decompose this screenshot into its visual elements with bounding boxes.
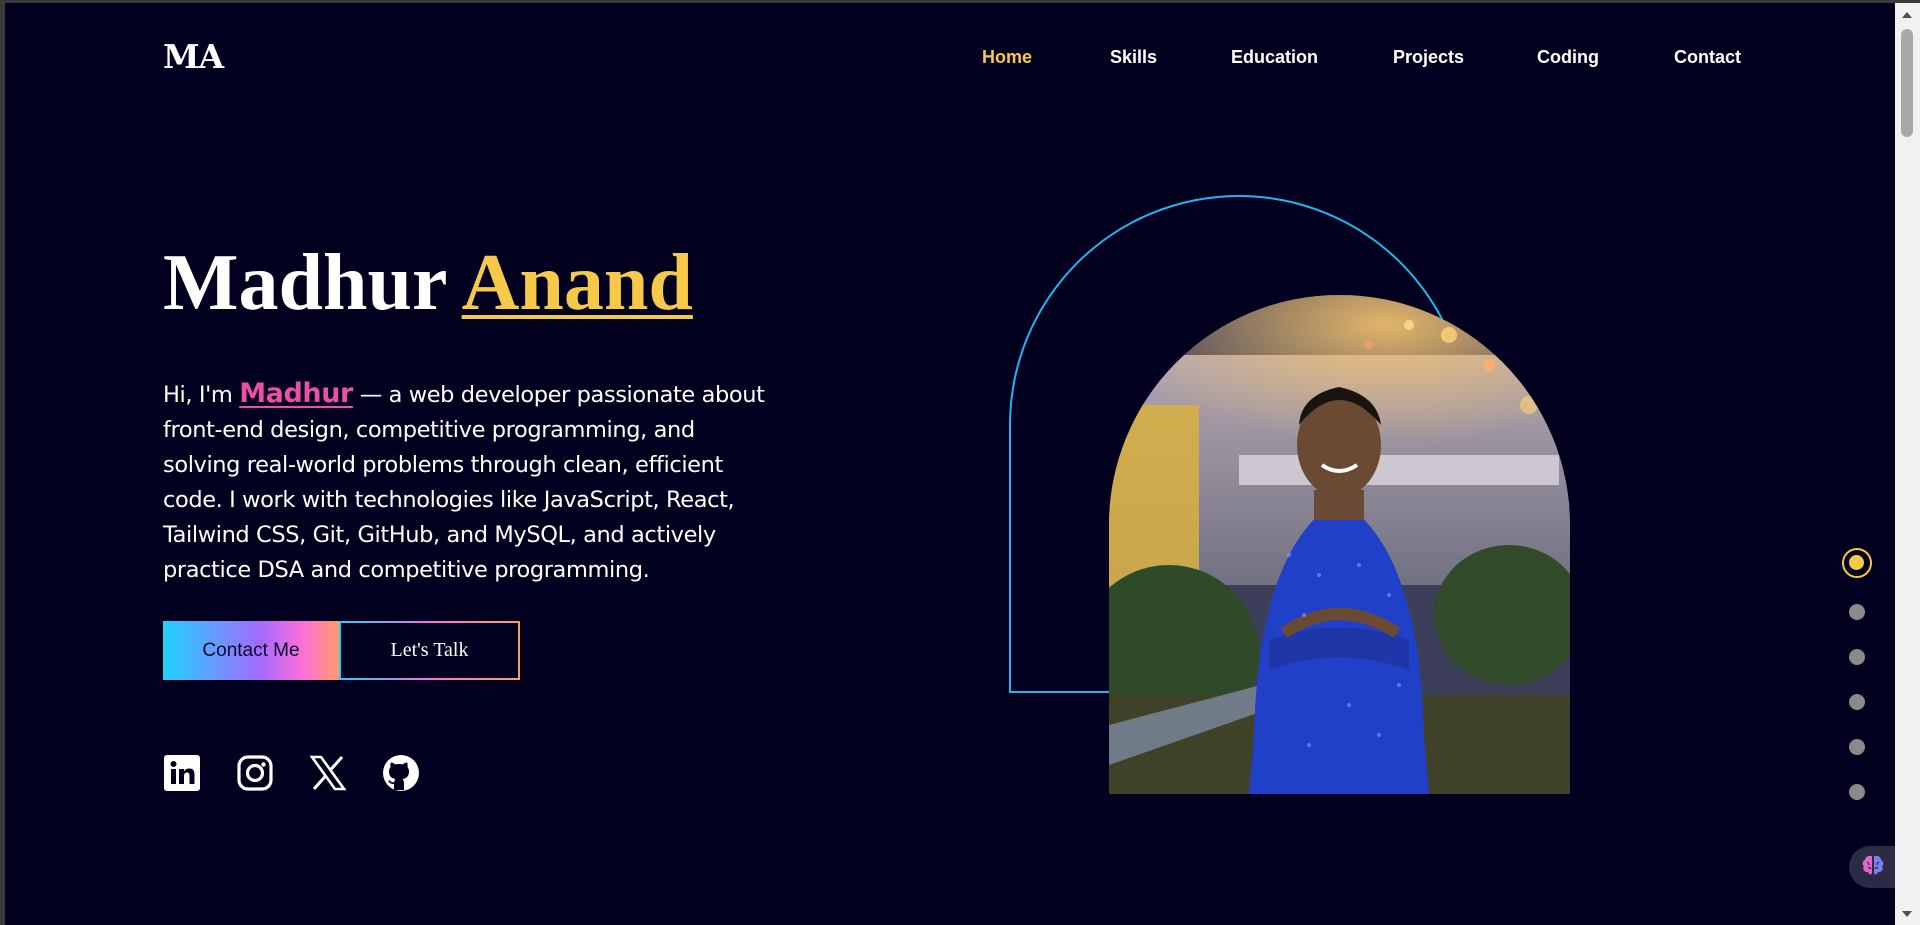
brain-icon: [1861, 854, 1885, 880]
intro-prefix: Hi, I'm: [163, 382, 233, 408]
hero-description: Hi, I'm Madhur — a web developer passion…: [163, 376, 773, 588]
nav-contact[interactable]: Contact: [1674, 47, 1741, 68]
github-icon[interactable]: [382, 754, 420, 792]
ai-assistant-button[interactable]: [1849, 846, 1895, 888]
section-dot-6[interactable]: [1849, 784, 1865, 800]
decorative-arch-base: [1009, 691, 1109, 693]
nav-home[interactable]: Home: [982, 47, 1032, 68]
nav-coding[interactable]: Coding: [1537, 47, 1599, 68]
x-icon[interactable]: [309, 754, 347, 792]
lets-talk-button[interactable]: Let's Talk: [339, 621, 520, 680]
nav-projects[interactable]: Projects: [1393, 47, 1464, 68]
contact-me-button[interactable]: Contact Me: [163, 621, 339, 680]
nav-skills[interactable]: Skills: [1110, 47, 1157, 68]
hero-title: Madhur Anand: [163, 243, 693, 323]
social-links: [163, 754, 420, 792]
intro-name: Madhur: [239, 378, 353, 409]
nav-education[interactable]: Education: [1231, 47, 1318, 68]
scrollbar-thumb[interactable]: [1901, 29, 1913, 137]
intro-text: — a web developer passionate about front…: [163, 382, 765, 583]
section-dot-2[interactable]: [1849, 604, 1865, 620]
site-logo[interactable]: MA: [163, 37, 224, 76]
scroll-down-icon[interactable]: [1902, 911, 1912, 917]
linkedin-icon[interactable]: [163, 754, 201, 792]
section-dot-4[interactable]: [1849, 694, 1865, 710]
section-dot-5[interactable]: [1849, 739, 1865, 755]
instagram-icon[interactable]: [236, 754, 274, 792]
vertical-scrollbar[interactable]: [1895, 3, 1920, 925]
hero-last-name: Anand: [461, 239, 693, 327]
section-dot-1[interactable]: [1842, 548, 1872, 578]
hero-first-name: Madhur: [163, 239, 447, 327]
section-dot-3[interactable]: [1849, 649, 1865, 665]
page: MA Home Skills Education Projects Coding…: [5, 3, 1895, 925]
profile-photo: [1109, 295, 1570, 794]
scroll-up-icon[interactable]: [1902, 12, 1912, 18]
